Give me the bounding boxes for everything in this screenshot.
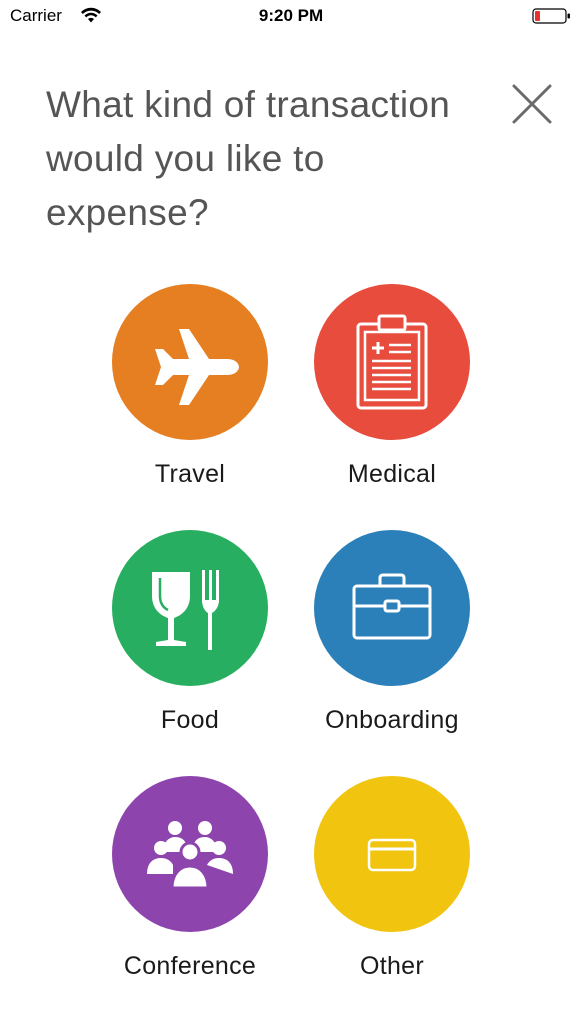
category-other[interactable]: Other [292,776,492,996]
category-circle [314,284,470,440]
category-label: Conference [123,952,257,980]
clipboard-icon [356,314,428,410]
glass-fork-icon [152,570,219,650]
close-button[interactable] [510,82,554,126]
category-label: Medical [347,460,437,488]
category-label: Food [160,706,220,734]
battery-low-icon [532,8,570,24]
category-circle [314,776,470,932]
card-icon [367,838,417,872]
category-medical[interactable]: Medical [292,284,492,504]
category-circle [112,284,268,440]
status-time: 9:20 PM [258,6,324,25]
close-icon [512,84,552,124]
page-title: What kind of transaction would you like … [46,84,451,233]
category-circle [112,530,268,686]
status-bar: Carrier 9:20 PM [0,0,582,34]
expense-type-screen: Carrier 9:20 PM What kind of transaction… [0,0,582,1036]
category-circle [314,530,470,686]
category-label: Other [359,952,425,980]
category-label: Onboarding [325,706,459,734]
category-conference[interactable]: Conference [90,776,290,996]
category-label: Travel [154,460,226,488]
category-travel[interactable]: Travel [90,284,290,504]
category-circle [112,776,268,932]
group-icon [147,821,233,890]
category-onboarding[interactable]: Onboarding [292,530,492,750]
airplane-icon [155,329,239,405]
category-food[interactable]: Food [90,530,290,750]
briefcase-icon [352,573,432,640]
